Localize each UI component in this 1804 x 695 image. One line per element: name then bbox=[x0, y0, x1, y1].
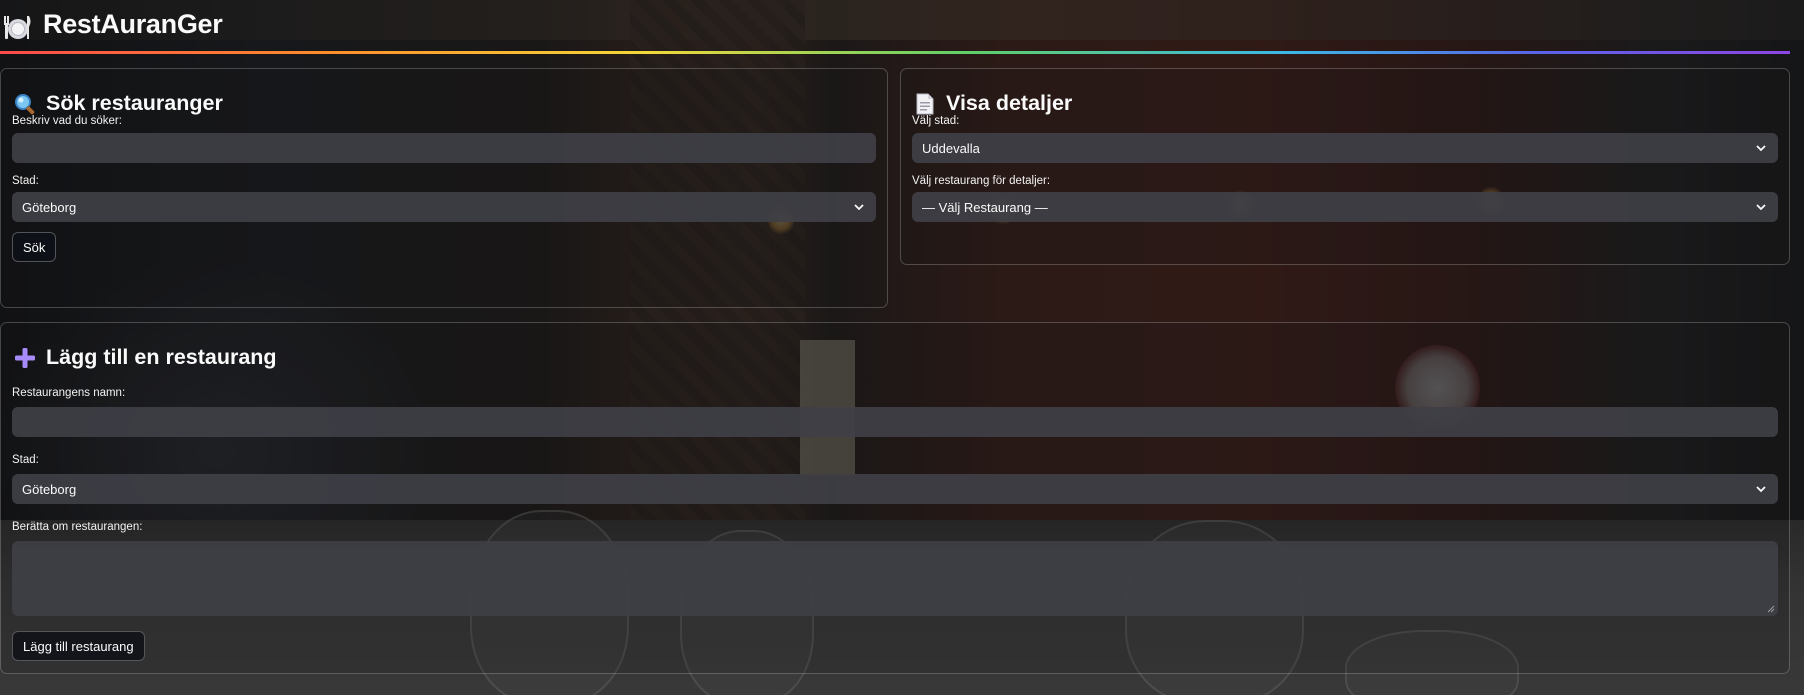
search-query-label: Beskriv vad du söker: bbox=[12, 115, 122, 127]
details-city-label: Välj stad: bbox=[912, 115, 960, 127]
add-title: Lägg till en restaurang bbox=[46, 345, 277, 369]
plate-cutlery-icon bbox=[4, 16, 31, 39]
add-panel-title: Lägg till en restaurang bbox=[13, 345, 277, 370]
magnifier-icon bbox=[15, 93, 35, 114]
search-city-label: Stad: bbox=[12, 175, 39, 187]
chevron-down-icon bbox=[854, 204, 864, 211]
details-title: Visa detaljer bbox=[946, 91, 1073, 115]
search-button[interactable]: Sök bbox=[12, 232, 57, 262]
search-query-input[interactable] bbox=[12, 133, 876, 163]
app-title: RestAuranGer bbox=[43, 9, 223, 39]
header-divider bbox=[0, 51, 1790, 54]
details-restaurant-label: Välj restaurang för detaljer: bbox=[912, 175, 1051, 187]
add-city-value: Göteborg bbox=[22, 481, 77, 497]
add-name-label: Restaurangens namn: bbox=[12, 387, 126, 399]
details-restaurant-select[interactable]: — Välj Restaurang — bbox=[912, 192, 1778, 222]
app-header: RestAuranGer bbox=[0, 0, 1790, 54]
details-restaurant-value: — Välj Restaurang — bbox=[922, 199, 1048, 215]
resize-grip-icon[interactable] bbox=[1766, 604, 1775, 613]
add-restaurant-panel: Lägg till en restaurang Restaurangens na… bbox=[0, 322, 1790, 674]
description-wrapper bbox=[12, 541, 1778, 616]
details-panel-title: Visa detaljer bbox=[913, 91, 1072, 116]
details-panel: Visa detaljer Välj stad: Uddevalla Välj … bbox=[900, 68, 1790, 265]
search-city-select[interactable]: Göteborg bbox=[12, 192, 876, 222]
search-title: Sök restauranger bbox=[46, 91, 223, 115]
chevron-down-icon bbox=[1756, 145, 1766, 152]
search-panel: Sök restauranger Beskriv vad du söker: S… bbox=[0, 68, 888, 308]
search-city-value: Göteborg bbox=[22, 199, 77, 215]
chevron-down-icon bbox=[1756, 486, 1766, 493]
document-icon bbox=[916, 93, 934, 114]
restaurant-name-input[interactable] bbox=[12, 407, 1778, 437]
add-city-label: Stad: bbox=[12, 454, 39, 466]
add-restaurant-button[interactable]: Lägg till restaurang bbox=[12, 631, 145, 661]
add-city-select[interactable]: Göteborg bbox=[12, 474, 1778, 504]
add-description-label: Berätta om restaurangen: bbox=[12, 521, 143, 533]
details-city-value: Uddevalla bbox=[922, 140, 980, 156]
chevron-down-icon bbox=[1756, 204, 1766, 211]
restaurant-description-textarea[interactable] bbox=[12, 541, 1778, 616]
app-root: RestAuranGer Sök restauranger Beskriv va… bbox=[0, 0, 1804, 695]
search-panel-title: Sök restauranger bbox=[13, 91, 223, 116]
details-city-select[interactable]: Uddevalla bbox=[912, 133, 1778, 163]
plus-icon bbox=[15, 347, 35, 368]
